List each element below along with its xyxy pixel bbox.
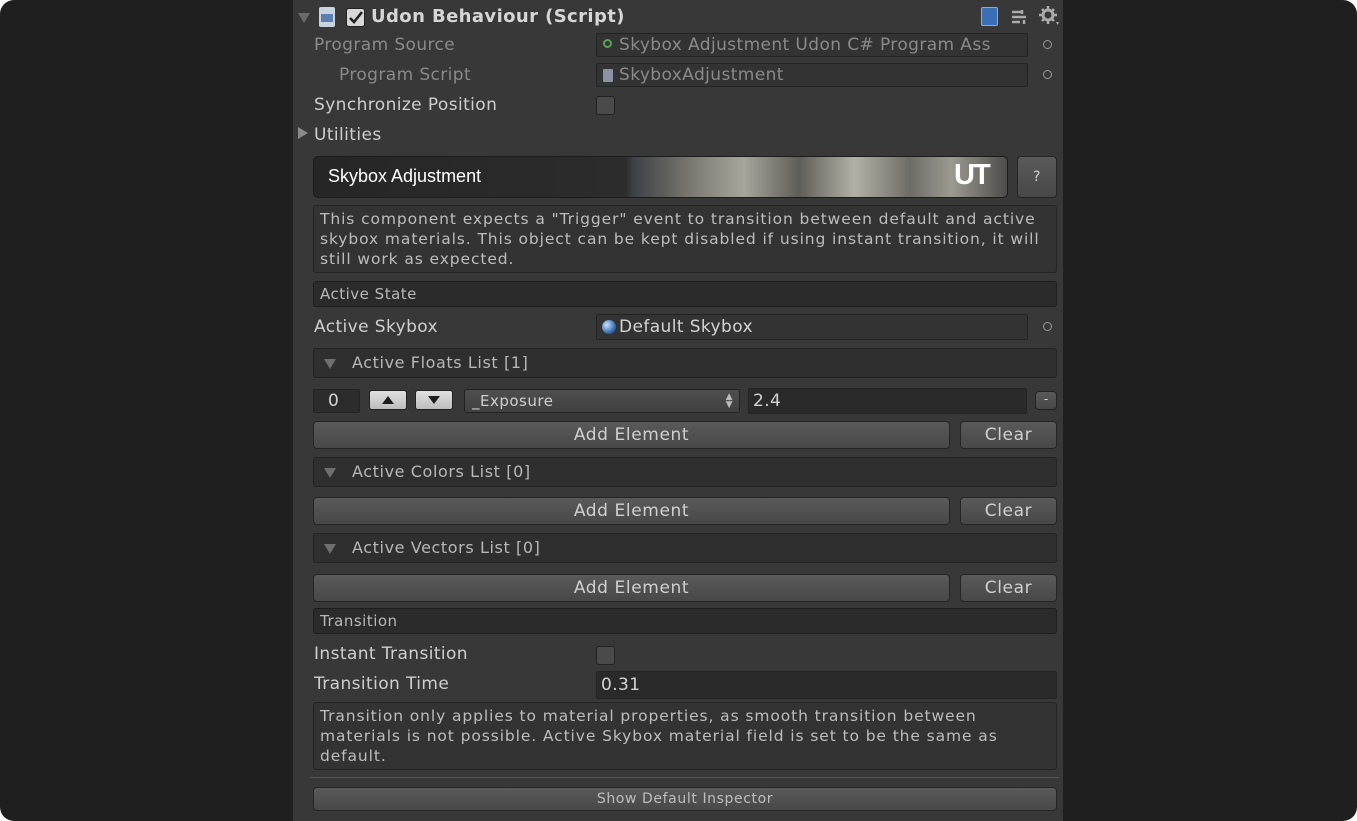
banner: Skybox Adjustment UT [313,156,1008,198]
floats-clear-button[interactable]: Clear [960,421,1057,449]
enabled-checkbox[interactable] [346,8,365,27]
active-skybox-picker-icon[interactable] [1043,322,1052,331]
program-script-label: Program Script [339,65,472,85]
divider [310,777,1059,778]
synchronize-position-checkbox[interactable] [596,96,615,115]
foldout-arrow-icon[interactable] [298,13,310,23]
program-script-field[interactable]: SkyboxAdjustment [596,63,1028,87]
property-dropdown-value: _Exposure [472,392,554,410]
gear-icon[interactable] [1039,6,1061,26]
material-sphere-icon [602,320,616,334]
float-value-field[interactable]: 2.4 [748,388,1027,414]
description-helpbox: This component expects a "Trigger" event… [313,205,1057,273]
active-state-section: Active State [313,281,1057,307]
active-skybox-field[interactable]: Default Skybox [596,314,1028,340]
utilities-foldout-arrow-icon[interactable] [298,127,308,139]
float-value: 2.4 [753,391,782,411]
arrow-up-icon [382,396,394,404]
remove-element-button[interactable]: - [1035,391,1057,410]
active-skybox-label: Active Skybox [314,317,439,337]
transition-time-label: Transition Time [314,674,450,694]
instant-transition-checkbox[interactable] [596,646,615,665]
program-source-value: Skybox Adjustment Udon C# Program Ass [619,35,991,55]
colors-add-element-button[interactable]: Add Element [313,497,950,525]
help-book-icon[interactable] [981,7,998,26]
program-source-field[interactable]: Skybox Adjustment Udon C# Program Ass [596,33,1028,57]
program-source-picker-icon[interactable] [1043,40,1052,49]
move-down-button[interactable] [415,390,453,410]
transition-time-value: 0.31 [601,675,641,695]
show-default-inspector-button[interactable]: Show Default Inspector [313,787,1057,811]
window-frame: Udon Behaviour (Script) Program Source S… [0,0,1357,821]
list-foldout-icon [324,359,336,369]
checkmark-icon [349,11,364,24]
inspector-panel: Udon Behaviour (Script) Program Source S… [293,0,1063,821]
banner-help-button[interactable]: ? [1017,156,1057,198]
vectors-add-element-button[interactable]: Add Element [313,574,950,602]
active-floats-list-header[interactable]: Active Floats List [1] [313,348,1057,378]
program-source-label: Program Source [314,35,456,55]
list-foldout-icon [324,544,336,554]
active-vectors-list-header[interactable]: Active Vectors List [0] [313,533,1057,563]
banner-title: Skybox Adjustment [328,166,482,186]
program-script-value: SkyboxAdjustment [619,65,784,85]
colors-clear-button[interactable]: Clear [960,497,1057,525]
synchronize-position-label: Synchronize Position [314,95,498,115]
ut-logo: UT [954,159,991,191]
script-asset-icon [603,69,613,82]
utilities-label[interactable]: Utilities [314,125,382,145]
active-vectors-list-title: Active Vectors List [0] [352,538,541,557]
instant-transition-label: Instant Transition [314,644,468,664]
float-index-value: 0 [328,391,340,411]
float-index-field[interactable]: 0 [313,389,360,413]
arrow-down-icon [428,396,440,404]
transition-section: Transition [313,608,1057,634]
list-foldout-icon [324,468,336,478]
move-up-button[interactable] [369,390,407,410]
active-colors-list-header[interactable]: Active Colors List [0] [313,457,1057,487]
preset-icon[interactable] [1010,8,1028,26]
active-skybox-value: Default Skybox [619,317,753,337]
dropdown-arrows-icon: ▲ ▼ [725,392,733,410]
floats-add-element-button[interactable]: Add Element [313,421,950,449]
property-dropdown[interactable]: _Exposure ▲ ▼ [464,389,740,413]
udon-program-icon [603,39,612,48]
active-floats-list-title: Active Floats List [1] [352,353,529,372]
program-script-picker-icon[interactable] [1043,70,1052,79]
vectors-clear-button[interactable]: Clear [960,574,1057,602]
component-title: Udon Behaviour (Script) [371,6,625,27]
transition-note-helpbox: Transition only applies to material prop… [313,702,1057,770]
remove-element-label: - [1043,392,1049,406]
active-colors-list-title: Active Colors List [0] [352,462,531,481]
script-file-icon [319,7,335,27]
transition-time-field[interactable]: 0.31 [596,671,1057,699]
